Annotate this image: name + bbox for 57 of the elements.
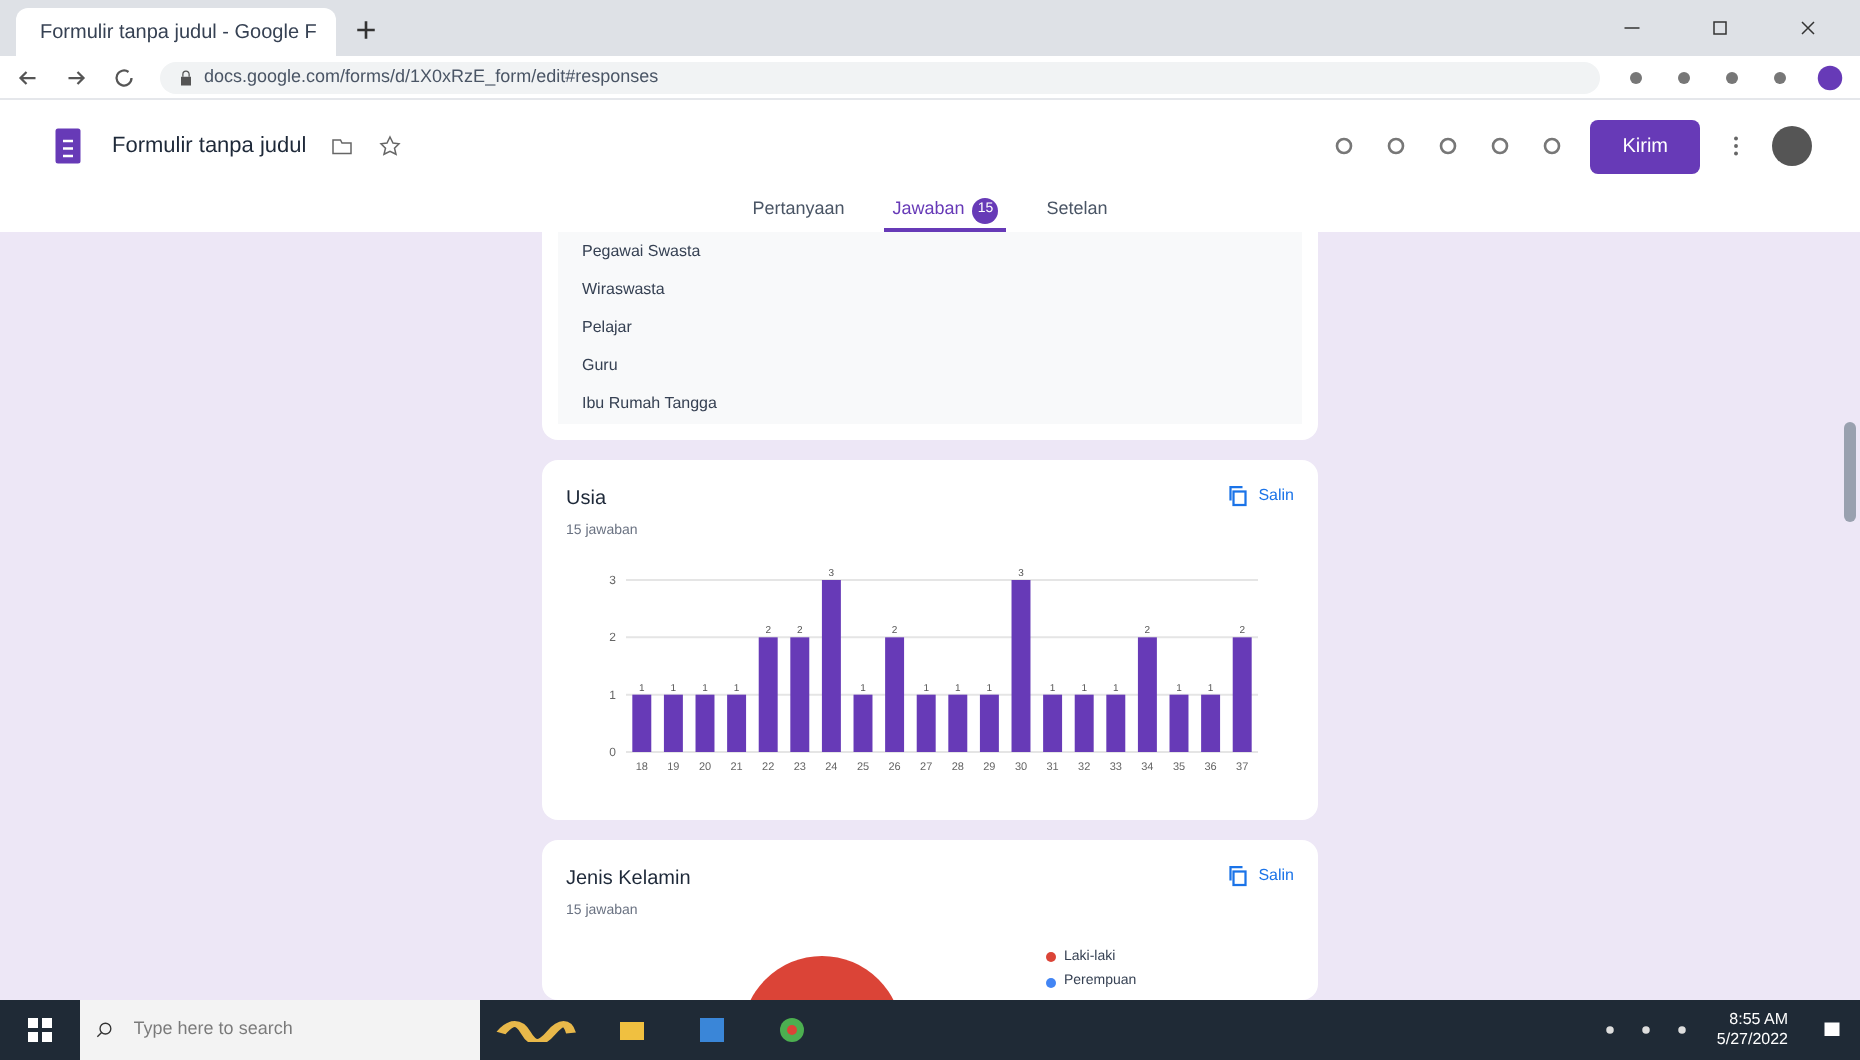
bar — [790, 636, 810, 751]
url-text: docs.google.com/forms/d/1X0xRzE_form/edit#responses — [204, 63, 659, 90]
send-button[interactable]: Kirim — [1590, 119, 1700, 173]
bar — [1137, 636, 1157, 751]
bar — [948, 693, 968, 751]
bar — [632, 693, 652, 751]
profile-icon[interactable] — [1816, 63, 1844, 91]
copy-button[interactable]: Salin — [1226, 864, 1294, 888]
notification-icon[interactable] — [1820, 1018, 1844, 1042]
bar — [916, 693, 936, 751]
scrollbar-thumb[interactable] — [1844, 422, 1856, 522]
bar — [1043, 693, 1063, 751]
bar — [885, 636, 905, 751]
forward-icon[interactable] — [64, 65, 88, 89]
form-title[interactable]: Formulir tanpa judul — [112, 129, 307, 163]
reload-icon[interactable] — [112, 65, 136, 89]
address-bar[interactable]: docs.google.com/forms/d/1X0xRzE_form/edit#responses — [160, 61, 1600, 93]
question-title: Jenis Kelamin — [566, 866, 693, 894]
bar — [695, 693, 715, 751]
bar — [979, 693, 999, 751]
answer-text: Ibu Rumah Tangga — [582, 392, 719, 417]
windows-start-icon[interactable] — [24, 1014, 56, 1046]
bar — [853, 693, 873, 751]
folder-icon[interactable] — [330, 134, 355, 158]
question-title: Usia — [566, 486, 609, 514]
answer-text: Pegawai Swasta — [582, 239, 703, 264]
answer-text: Pelajar — [582, 315, 634, 340]
answer-text: Wiraswasta — [582, 277, 667, 302]
bar — [758, 636, 778, 751]
answer-text: Guru — [582, 354, 620, 379]
bar — [1106, 693, 1126, 751]
avatar-icon[interactable] — [1772, 126, 1812, 166]
bar — [727, 693, 747, 751]
bar — [1074, 693, 1094, 751]
copy-icon — [1226, 484, 1251, 508]
copy-button[interactable]: Salin — [1226, 484, 1294, 508]
form-tab[interactable]: Setelan — [1038, 192, 1116, 232]
tab-title[interactable]: Formulir tanpa judul - Google F — [40, 17, 317, 47]
time-text: 8:55 AM — [1729, 1010, 1788, 1030]
taskbar-search-field[interactable]: Type here to search — [133, 1016, 464, 1044]
close-icon[interactable] — [1796, 16, 1820, 40]
maximize-icon[interactable] — [1708, 16, 1732, 40]
bar — [1169, 693, 1189, 751]
copy-icon — [1226, 864, 1251, 888]
system-clock[interactable]: 8:55 AM 5/27/2022 — [1716, 1010, 1788, 1050]
form-tab[interactable]: Pertanyaan — [744, 192, 853, 232]
lock-icon — [176, 67, 196, 87]
browser-tab[interactable]: Formulir tanpa judul - Google F — [16, 8, 336, 56]
plus-icon[interactable] — [352, 16, 380, 44]
window-icon[interactable] — [696, 1014, 728, 1046]
bar — [663, 693, 683, 751]
bar — [1201, 693, 1221, 751]
back-icon[interactable] — [16, 65, 40, 89]
taskbar-search-box[interactable]: Type here to search — [80, 1000, 480, 1060]
date-text: 5/27/2022 — [1716, 1030, 1788, 1050]
browser-icon[interactable] — [776, 1014, 808, 1046]
bar — [1232, 636, 1252, 751]
